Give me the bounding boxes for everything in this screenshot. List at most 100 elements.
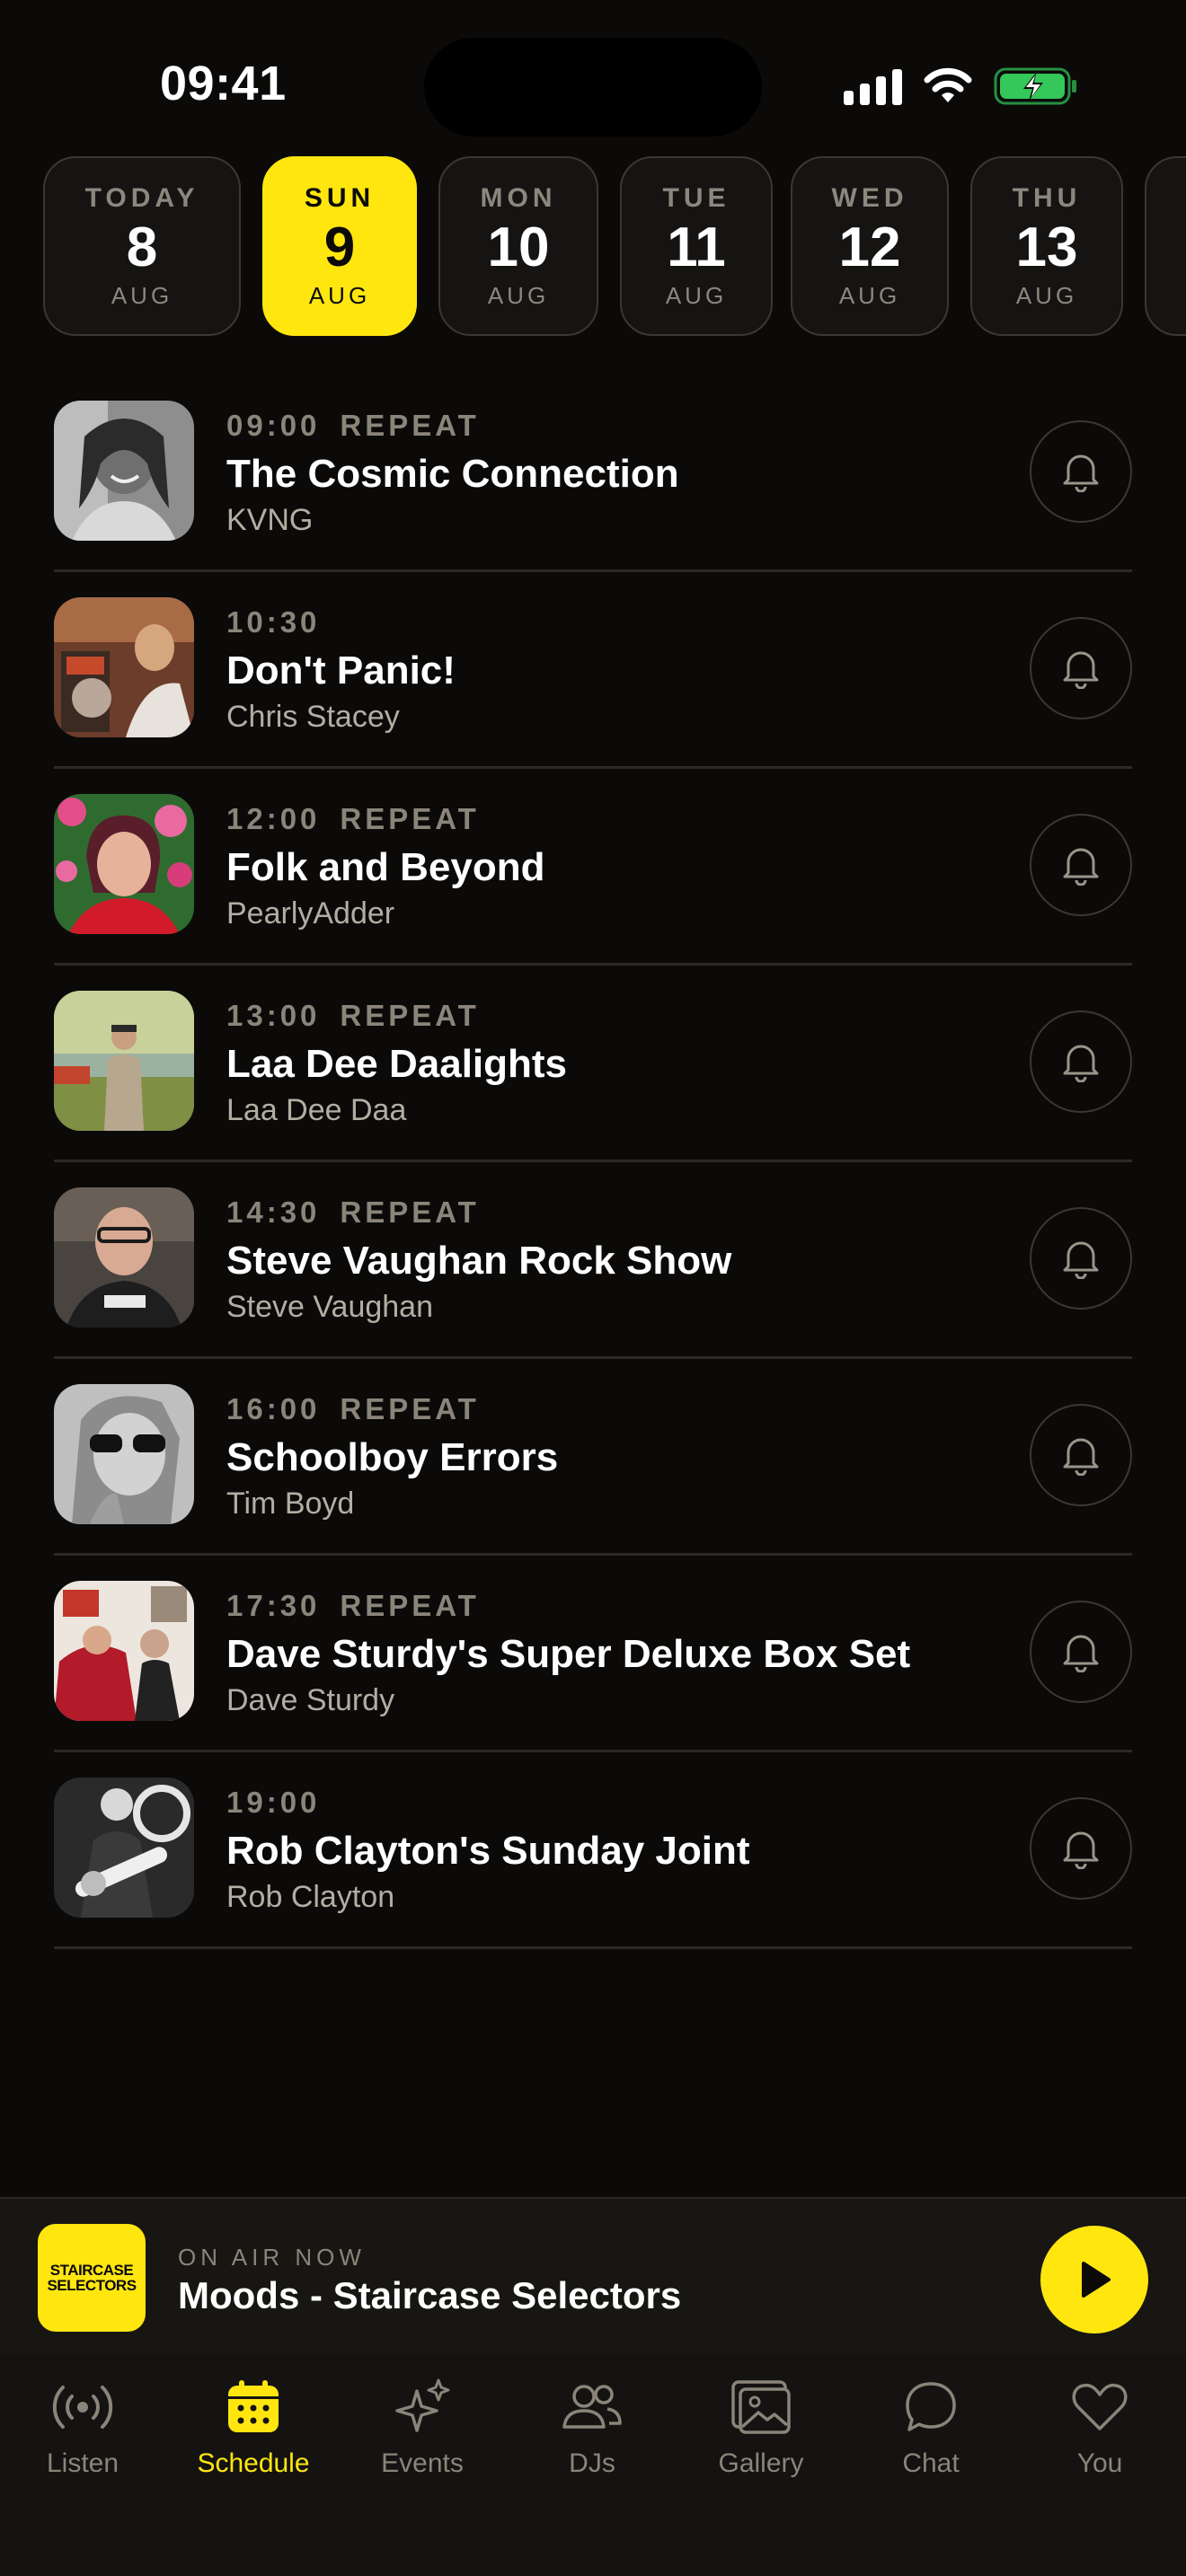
- show-time: 10:30: [226, 604, 988, 640]
- schedule-list: 09:00 REPEAT The Cosmic Connection KVNG: [54, 375, 1132, 1949]
- show-time: 13:00 REPEAT: [226, 998, 988, 1034]
- schedule-row[interactable]: 17:30 REPEAT Dave Sturdy's Super Deluxe B…: [54, 1556, 1132, 1752]
- date-day-of-week: MON: [480, 182, 557, 213]
- schedule-row[interactable]: 12:00 REPEAT Folk and Beyond PearlyAdder: [54, 769, 1132, 966]
- show-meta: 14:30 REPEAT Steve Vaughan Rock Show Stev…: [226, 1195, 988, 1326]
- show-time: 14:30 REPEAT: [226, 1195, 988, 1231]
- play-button[interactable]: [1040, 2226, 1148, 2333]
- reminder-bell-button[interactable]: [1030, 1207, 1132, 1310]
- show-start-time: 14:30: [226, 1195, 321, 1229]
- date-day-of-week: SUN: [304, 182, 376, 213]
- tab-label: Listen: [46, 2448, 119, 2478]
- show-start-time: 16:00: [226, 1392, 321, 1425]
- date-card-today[interactable]: TODAY 8 AUG: [43, 156, 241, 336]
- status-icons: [844, 63, 1078, 110]
- tab-events[interactable]: Events: [341, 2375, 503, 2479]
- show-host: Rob Clayton: [226, 1880, 395, 1914]
- tab-label: Chat: [902, 2448, 960, 2478]
- date-month: AUG: [487, 281, 550, 309]
- tab-listen[interactable]: Listen: [2, 2375, 164, 2479]
- show-title: Dave Sturdy's Super Deluxe Box Set: [226, 1632, 911, 1676]
- schedule-row[interactable]: 19:00 Rob Clayton's Sunday Joint Rob Cla…: [54, 1752, 1132, 1949]
- play-icon: [1082, 2262, 1111, 2298]
- show-start-time: 19:00: [226, 1786, 321, 1819]
- tab-bar: Listen Schedule Events DJs Gallery Chat …: [0, 2353, 1186, 2576]
- reminder-bell-button[interactable]: [1030, 1797, 1132, 1900]
- tab-label: DJs: [569, 2448, 615, 2478]
- reminder-bell-button[interactable]: [1030, 1404, 1132, 1506]
- schedule-row[interactable]: 14:30 REPEAT Steve Vaughan Rock Show Stev…: [54, 1162, 1132, 1359]
- show-title: The Cosmic Connection: [226, 452, 679, 496]
- show-thumbnail: [54, 794, 194, 934]
- date-month: AUG: [1015, 281, 1078, 309]
- date-card-thu[interactable]: THU 13 AUG: [970, 156, 1123, 336]
- date-day-of-week: TODAY: [84, 182, 199, 213]
- reminder-bell-button[interactable]: [1030, 420, 1132, 523]
- date-month: AUG: [111, 281, 173, 309]
- cellular-signal-icon: [844, 67, 902, 105]
- schedule-row[interactable]: 09:00 REPEAT The Cosmic Connection KVNG: [54, 375, 1132, 572]
- show-thumbnail: [54, 1187, 194, 1328]
- bell-icon: [1063, 1635, 1099, 1672]
- station-logo-line-1: STAIRCASE: [49, 2262, 134, 2279]
- now-playing-title: Moods - Staircase Selectors: [178, 2274, 682, 2316]
- show-host: PearlyAdder: [226, 896, 395, 931]
- tab-schedule[interactable]: Schedule: [173, 2375, 334, 2479]
- sparkles-icon: [395, 2378, 450, 2432]
- show-meta: 17:30 REPEAT Dave Sturdy's Super Deluxe B…: [226, 1588, 988, 1719]
- repeat-badge: REPEAT: [340, 1589, 480, 1622]
- show-thumbnail: [54, 1581, 194, 1721]
- schedule-row[interactable]: 10:30 Don't Panic! Chris Stacey: [54, 572, 1132, 769]
- date-day-of-week: WED: [831, 182, 908, 213]
- date-day-number: 10: [487, 216, 550, 278]
- tab-chat[interactable]: Chat: [850, 2375, 1012, 2479]
- schedule-row[interactable]: 16:00 REPEAT Schoolboy Errors Tim Boyd: [54, 1359, 1132, 1556]
- date-card-sun[interactable]: SUN 9 AUG: [262, 156, 417, 336]
- schedule-row[interactable]: 13:00 REPEAT Laa Dee Daalights Laa Dee Da…: [54, 966, 1132, 1162]
- tab-label: You: [1076, 2448, 1123, 2478]
- reminder-bell-button[interactable]: [1030, 1601, 1132, 1703]
- reminder-bell-button[interactable]: [1030, 1010, 1132, 1113]
- app-screen: 09:41 TODAY 8 AUG SUN 9 AUG MON 10 AUG T…: [0, 0, 1186, 2576]
- repeat-badge: REPEAT: [340, 409, 480, 442]
- bell-icon: [1063, 651, 1099, 689]
- bell-icon: [1063, 1045, 1099, 1082]
- people-icon: [562, 2385, 622, 2429]
- show-thumbnail: [54, 1384, 194, 1524]
- station-logo: STAIRCASE SELECTORS: [38, 2224, 146, 2332]
- bell-icon: [1063, 1438, 1099, 1476]
- show-host: Laa Dee Daa: [226, 1093, 407, 1127]
- now-playing-bar[interactable]: STAIRCASE SELECTORS ON AIR NOW Moods - S…: [0, 2197, 1186, 2353]
- tab-you[interactable]: You: [1019, 2375, 1181, 2479]
- show-time: 16:00 REPEAT: [226, 1391, 988, 1427]
- dynamic-island: [424, 38, 762, 137]
- date-month: AUG: [838, 281, 901, 309]
- date-day-number: 9: [323, 216, 356, 278]
- date-card-mon[interactable]: MON 10 AUG: [438, 156, 598, 336]
- show-time: 17:30 REPEAT: [226, 1588, 988, 1624]
- tab-gallery[interactable]: Gallery: [680, 2375, 842, 2479]
- chat-bubble-icon: [906, 2382, 956, 2431]
- show-host: Tim Boyd: [226, 1486, 355, 1521]
- show-time: 12:00 REPEAT: [226, 801, 988, 837]
- show-title: Steve Vaughan Rock Show: [226, 1239, 732, 1283]
- tab-djs[interactable]: DJs: [511, 2375, 673, 2479]
- date-month: AUG: [665, 281, 728, 309]
- repeat-badge: REPEAT: [340, 1195, 480, 1229]
- show-meta: 16:00 REPEAT Schoolboy Errors Tim Boyd: [226, 1391, 988, 1522]
- reminder-bell-button[interactable]: [1030, 617, 1132, 719]
- date-card-next-partial[interactable]: [1145, 156, 1186, 336]
- date-card-wed[interactable]: WED 12 AUG: [791, 156, 949, 336]
- tab-label: Events: [381, 2448, 464, 2478]
- show-thumbnail: [54, 991, 194, 1131]
- repeat-badge: REPEAT: [340, 999, 480, 1032]
- show-title: Don't Panic!: [226, 648, 456, 693]
- show-start-time: 13:00: [226, 999, 321, 1032]
- show-start-time: 17:30: [226, 1589, 321, 1622]
- show-thumbnail: [54, 1778, 194, 1918]
- reminder-bell-button[interactable]: [1030, 814, 1132, 916]
- date-card-tue[interactable]: TUE 11 AUG: [620, 156, 773, 336]
- show-time: 09:00 REPEAT: [226, 408, 988, 444]
- show-start-time: 10:30: [226, 605, 321, 639]
- show-host: Dave Sturdy: [226, 1683, 395, 1717]
